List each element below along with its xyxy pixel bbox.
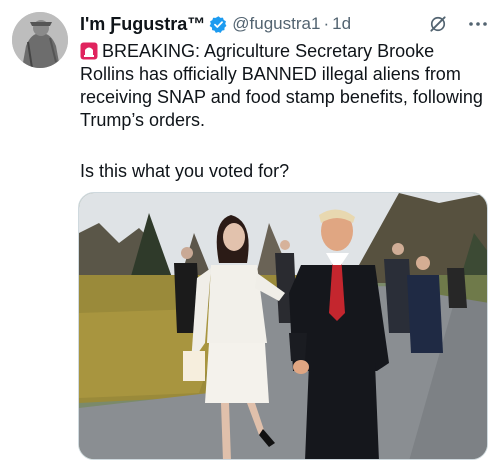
author-handle[interactable]: @fugustra1 — [232, 14, 320, 34]
verified-badge-icon[interactable] — [209, 15, 228, 34]
separator-dot: · — [323, 14, 330, 33]
display-name[interactable]: I'm Ƒugustra™ — [80, 14, 205, 35]
tweet-time[interactable]: 1d — [332, 14, 351, 34]
tweet-question: Is this what you voted for? — [80, 161, 290, 181]
tweet-header: I'm Ƒugustra™ @fugustra1 · 1d — [80, 12, 492, 36]
more-options-icon[interactable] — [466, 14, 490, 34]
tweet-text: BREAKING: Agriculture Secretary Brooke R… — [80, 40, 490, 132]
tweet-photo[interactable] — [78, 192, 488, 460]
siren-emoji-icon — [80, 42, 98, 60]
avatar-image — [12, 12, 68, 68]
grok-icon[interactable] — [428, 14, 448, 34]
tweet-text-content: BREAKING: Agriculture Secretary Brooke R… — [80, 41, 483, 130]
photo-scene — [79, 193, 487, 459]
tweet[interactable]: I'm Ƒugustra™ @fugustra1 · 1d BREAKING: … — [0, 0, 500, 468]
avatar[interactable] — [12, 12, 68, 68]
